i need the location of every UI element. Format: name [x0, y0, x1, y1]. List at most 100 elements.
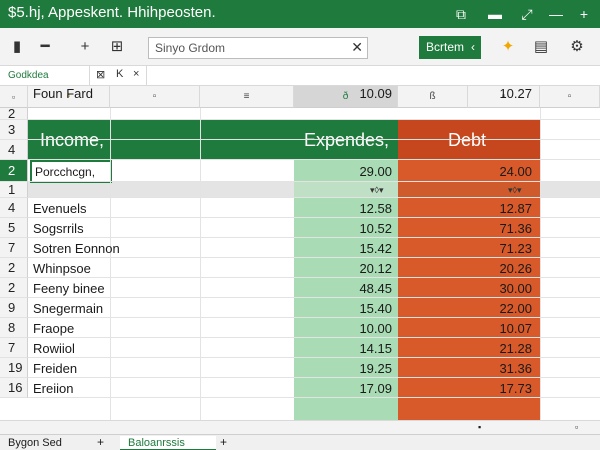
formula-bar: Godkdea ⊠ K ×	[0, 66, 600, 86]
add-icon[interactable]: +	[573, 3, 595, 25]
search-input[interactable]	[155, 40, 345, 56]
debt-value[interactable]: 21.28	[404, 341, 532, 356]
debt-value[interactable]: 20.26	[404, 261, 532, 276]
puzzle-icon[interactable]: ✦	[497, 36, 519, 58]
sheet-tab-bar: Bygon Sed + Baloanrssis +	[0, 434, 600, 450]
row-header[interactable]: 2	[0, 278, 28, 298]
search-box[interactable]: ✕	[148, 37, 368, 59]
scroll-right-icon[interactable]: ▫	[575, 422, 578, 432]
expenses-header: Expendes,	[304, 130, 390, 150]
add-sheet-icon[interactable]: +	[220, 435, 227, 449]
row-label[interactable]: Evenuels	[33, 201, 86, 216]
folder-icon[interactable]: ▬	[484, 3, 506, 25]
row-header[interactable]: 16	[0, 378, 28, 398]
row-header[interactable]: 4	[0, 198, 28, 218]
horizontal-scrollbar[interactable]: ▪ ▫	[0, 420, 600, 434]
row-label[interactable]: Ereiion	[33, 381, 73, 396]
pin-icon[interactable]: ▮	[6, 36, 28, 58]
debt-header: Debt	[448, 130, 487, 150]
grid-line	[28, 277, 600, 278]
k-icon[interactable]: K	[116, 68, 123, 80]
row-header[interactable]: 3	[0, 120, 28, 140]
debt-value[interactable]: 22.00	[404, 301, 532, 316]
expense-value[interactable]: 48.45	[300, 281, 392, 296]
cancel-icon[interactable]: ×	[133, 68, 139, 80]
title-bar: $5.hj, Appeskent. Hhihpeosten. ⧉ ▬ ⤢ — +	[0, 0, 600, 28]
row-label[interactable]: Sotren Eonnon	[33, 241, 120, 256]
expenses-summary[interactable]: 29.00	[300, 164, 392, 179]
grid-line	[28, 119, 600, 120]
expense-value[interactable]: 20.12	[300, 261, 392, 276]
debt-value[interactable]: 10.27	[404, 86, 532, 101]
row-label[interactable]: Rowiiol	[33, 341, 75, 356]
fx-icon[interactable]: ⊠	[96, 68, 105, 81]
window-title: $5.hj, Appeskent. Hhihpeosten.	[8, 4, 216, 21]
row-header[interactable]: 7	[0, 338, 28, 358]
grid-line	[28, 297, 600, 298]
sheet-tab[interactable]: Bygon Sed	[0, 436, 70, 450]
row-label[interactable]: Sogsrrils	[33, 221, 84, 236]
debt-value[interactable]: 31.36	[404, 361, 532, 376]
row-header[interactable]: 2	[0, 107, 28, 120]
add-sheet-icon[interactable]: +	[97, 435, 104, 449]
window-icon[interactable]: ⧉	[450, 3, 472, 25]
row-label[interactable]: Foun Fard	[33, 86, 93, 101]
income-header: Income,	[40, 130, 105, 150]
grid-line	[28, 257, 600, 258]
debt-value[interactable]: 12.87	[404, 201, 532, 216]
expense-value[interactable]: 15.42	[300, 241, 392, 256]
scroll-left-icon[interactable]: ▪	[478, 422, 481, 432]
row-header[interactable]: 9	[0, 298, 28, 318]
expense-value[interactable]: 10.52	[300, 221, 392, 236]
column-header[interactable]: ▫	[540, 86, 600, 108]
row-label[interactable]: Snegermain	[33, 301, 103, 316]
row-header[interactable]: 8	[0, 318, 28, 338]
corner-cell[interactable]: ▫	[0, 86, 28, 108]
column-header[interactable]: ▫	[110, 86, 200, 108]
column-header[interactable]: ≡	[200, 86, 294, 108]
debt-value[interactable]: 71.23	[404, 241, 532, 256]
row-label[interactable]: Fraope	[33, 321, 74, 336]
debt-value[interactable]: 30.00	[404, 281, 532, 296]
row-label[interactable]: Whinpsoe	[33, 261, 91, 276]
settings-icon[interactable]: ⚙	[566, 36, 588, 58]
expense-value[interactable]: 19.25	[300, 361, 392, 376]
plus-icon[interactable]: +	[74, 36, 96, 58]
formula-input[interactable]	[146, 66, 600, 85]
sort-arrows-icon[interactable]: ▾◊▾	[508, 185, 521, 196]
table-icon[interactable]: ▤	[530, 36, 552, 58]
expense-value[interactable]: 14.15	[300, 341, 392, 356]
name-box[interactable]: Godkdea	[0, 66, 90, 85]
underline-icon[interactable]: ━	[30, 36, 60, 58]
grid-icon[interactable]: ⊞	[106, 36, 128, 58]
row-header[interactable]: 4	[0, 140, 28, 160]
sort-arrows-icon[interactable]: ▾◊▾	[370, 185, 383, 196]
row-header[interactable]: 19	[0, 358, 28, 378]
row-header[interactable]: 2	[0, 258, 28, 278]
row-label[interactable]: Freiden	[33, 361, 77, 376]
debt-summary[interactable]: 24.00	[404, 164, 532, 179]
spreadsheet-grid[interactable]: ▫ ▫ ▫ ≡ ð ß ▫ ▫ Income, Expendes, Debt P…	[0, 86, 600, 420]
debt-value[interactable]: 10.07	[404, 321, 532, 336]
row-header[interactable]: 7	[0, 238, 28, 258]
action-button[interactable]: Bcrtem ‹	[419, 36, 481, 59]
expense-value[interactable]: 10.00	[300, 321, 392, 336]
expense-value[interactable]: 10.09	[300, 86, 392, 101]
row-header[interactable]: 1	[0, 182, 28, 198]
close-icon[interactable]: ✕	[351, 39, 363, 56]
sheet-tab-active[interactable]: Baloanrssis	[120, 436, 216, 450]
grid-line	[28, 237, 600, 238]
minimize-icon[interactable]: —	[545, 3, 567, 25]
debt-value[interactable]: 71.36	[404, 221, 532, 236]
debt-value[interactable]: 17.73	[404, 381, 532, 396]
row-header[interactable]: 2	[0, 160, 28, 182]
fullscreen-icon[interactable]: ⤢	[516, 3, 538, 25]
row-label[interactable]: Feeny binee	[33, 281, 105, 296]
expense-value[interactable]: 12.58	[300, 201, 392, 216]
grid-line	[28, 377, 600, 378]
expense-value[interactable]: 15.40	[300, 301, 392, 316]
expense-value[interactable]: 17.09	[300, 381, 392, 396]
row-header[interactable]: 5	[0, 218, 28, 238]
grid-line	[28, 181, 600, 182]
active-cell[interactable]: Porcchcgn,	[30, 160, 112, 183]
